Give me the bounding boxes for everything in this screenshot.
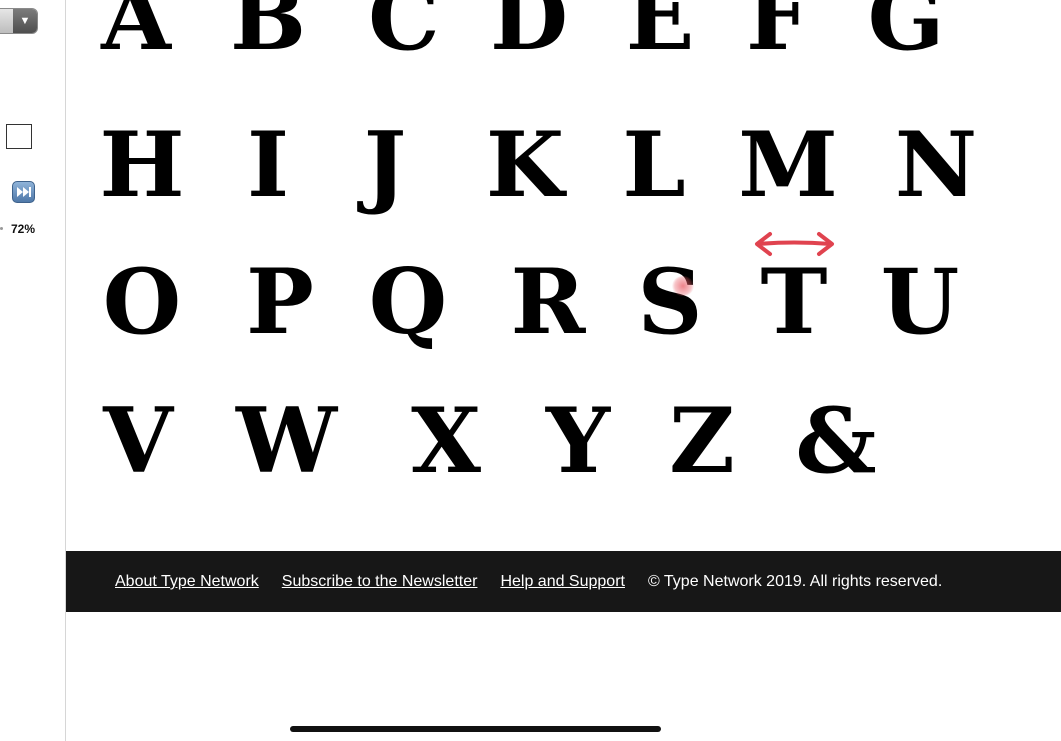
glyph: H [99,112,185,218]
glyph: O [102,249,182,355]
glyph: Z [669,388,735,494]
glyph: W [236,388,338,494]
glyph: K [485,112,565,218]
glyph: T [760,249,828,355]
help-link[interactable]: Help and Support [500,573,625,591]
glyph: P [246,249,314,355]
glyph: N [894,112,978,218]
glyph: C [368,0,440,71]
glyph: M [738,112,838,218]
copyright-text: © Type Network 2019. All rights reserved… [647,573,943,590]
glyph: J [363,112,407,218]
newsletter-link[interactable]: Subscribe to the Newsletter [282,573,478,591]
glyph: & [795,388,877,494]
glyph: G [867,0,945,71]
glyph: V [103,388,173,494]
glyph: D [489,0,569,71]
indicator-dot [0,227,3,230]
glyph: X [411,388,481,494]
chevron-down-icon[interactable]: ▼ [13,9,37,33]
style-dropdown[interactable]: ▼ [0,8,38,34]
annotation-dot [672,276,694,296]
glyph: A [101,0,171,71]
glyph: S [637,249,703,355]
glyph: F [746,0,810,71]
left-tool-panel: ▼ 72% [0,0,66,741]
glyph: Q [368,249,448,355]
glyph: B [229,0,307,71]
shape-tool-square[interactable] [6,124,32,149]
glyph: U [880,249,960,355]
glyph: Y [545,388,611,494]
home-indicator[interactable] [290,726,661,732]
glyph: R [510,249,586,355]
about-link[interactable]: About Type Network [115,573,259,591]
glyph: I [246,112,290,218]
zoom-level: 72% [11,222,36,236]
glyph: L [622,112,686,218]
double-arrow-annotation-icon [755,232,834,256]
fast-forward-icon[interactable] [12,181,35,203]
glyph: E [625,0,695,71]
site-footer: About Type Network Subscribe to the News… [66,551,1061,612]
